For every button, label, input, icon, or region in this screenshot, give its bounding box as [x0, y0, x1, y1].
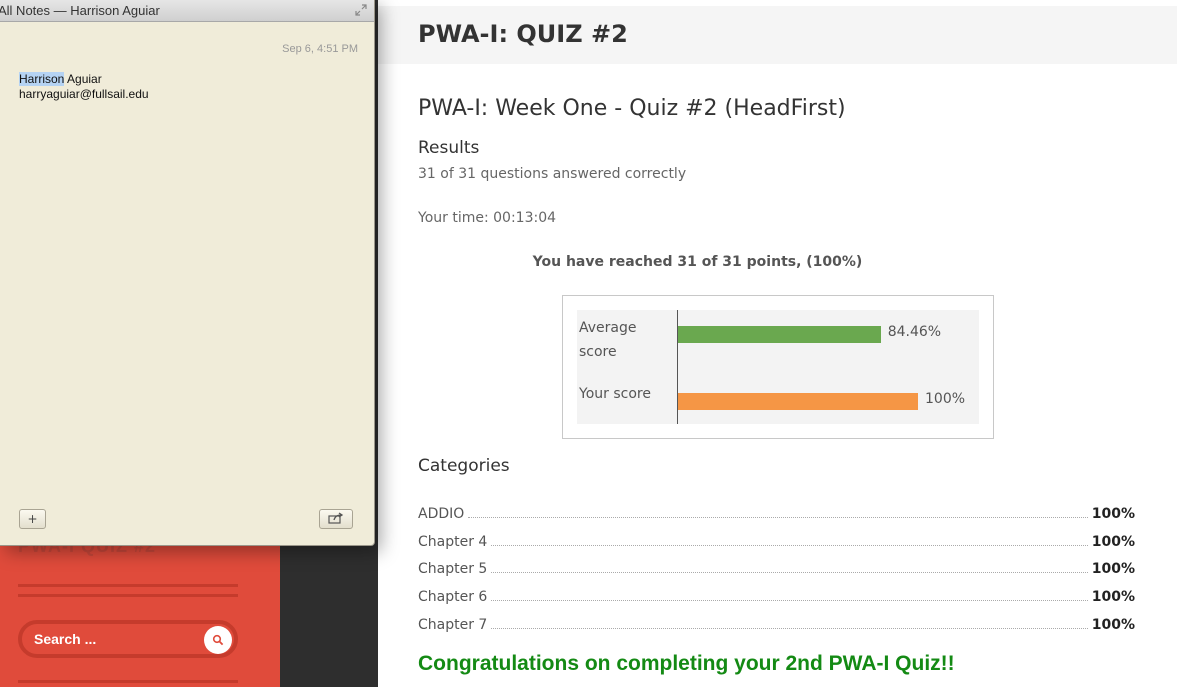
dotted-leader	[491, 600, 1088, 602]
results-heading: Results	[418, 138, 480, 158]
main-content: PWA-I: QUIZ #2 PWA-I: Week One - Quiz #2…	[378, 0, 1177, 687]
note-line-name[interactable]: Harrison Aguiar	[19, 72, 149, 87]
add-note-button[interactable]: +	[19, 509, 46, 529]
search-field[interactable]: Search ...	[18, 620, 238, 658]
sidebar-divider	[18, 594, 238, 597]
category-row: Chapter 6 100%	[418, 585, 1135, 605]
dotted-leader	[491, 572, 1088, 574]
score-chart: Average score 84.46% Your score 100%	[562, 295, 994, 439]
share-icon	[328, 511, 344, 527]
quiz-title: PWA-I: Week One - Quiz #2 (HeadFirst)	[418, 96, 846, 121]
category-row: Chapter 4 100%	[418, 530, 1135, 550]
bar	[678, 326, 881, 343]
category-name: Chapter 5	[418, 561, 488, 578]
congrats-message: Congratulations on completing your 2nd P…	[418, 652, 955, 675]
category-score: 100%	[1091, 616, 1135, 633]
search-icon[interactable]	[204, 626, 232, 654]
note-line-email[interactable]: harryaguiar@fullsail.edu	[19, 87, 149, 102]
category-row: Chapter 7 100%	[418, 613, 1135, 633]
category-name: Chapter 4	[418, 533, 488, 550]
note-date: Sep 6, 4:51 PM	[282, 43, 358, 55]
page-header: PWA-I: QUIZ #2	[378, 6, 1177, 64]
fullscreen-icon[interactable]	[354, 4, 368, 18]
dotted-leader	[468, 517, 1088, 518]
notes-window-title: All Notes — Harrison Aguiar	[0, 3, 160, 18]
category-name: ADDIO	[418, 506, 465, 522]
selected-text[interactable]: Harrison	[19, 72, 65, 86]
bar-value-label: 84.46%	[887, 324, 942, 340]
category-name: Chapter 6	[418, 589, 488, 606]
category-name: Chapter 7	[418, 616, 488, 633]
note-body[interactable]: Harrison Aguiar harryaguiar@fullsail.edu	[19, 72, 149, 102]
chart-plot-area: Average score 84.46% Your score 100%	[577, 310, 979, 424]
categories-heading: Categories	[418, 456, 510, 476]
quiz-time: Your time: 00:13:04	[418, 210, 557, 226]
category-score: 100%	[1091, 506, 1135, 522]
answered-count: 31 of 31 questions answered correctly	[418, 166, 687, 182]
sidebar-divider	[18, 680, 238, 683]
bar	[678, 393, 918, 410]
dotted-leader	[491, 544, 1088, 546]
bar-value-label: 100%	[925, 391, 966, 407]
page-title: PWA-I: QUIZ #2	[418, 20, 628, 48]
bar-label: Average score	[579, 320, 637, 360]
bar-label: Your score	[579, 386, 651, 402]
category-row: Chapter 5 100%	[418, 557, 1135, 577]
note-text[interactable]: Aguiar	[64, 72, 102, 86]
category-score: 100%	[1091, 533, 1135, 550]
dotted-leader	[491, 627, 1088, 629]
notes-titlebar[interactable]: All Notes — Harrison Aguiar	[0, 0, 374, 22]
notes-window[interactable]: All Notes — Harrison Aguiar Sep 6, 4:51 …	[0, 0, 375, 546]
plus-icon: +	[27, 512, 38, 526]
sidebar-divider	[18, 584, 238, 587]
category-row: ADDIO 100%	[418, 502, 1135, 522]
category-score: 100%	[1091, 589, 1135, 606]
points-reached: You have reached 31 of 31 points, (100%)	[532, 254, 863, 270]
share-button[interactable]	[319, 509, 353, 529]
category-score: 100%	[1091, 561, 1135, 578]
search-input[interactable]: Search ...	[34, 631, 96, 647]
